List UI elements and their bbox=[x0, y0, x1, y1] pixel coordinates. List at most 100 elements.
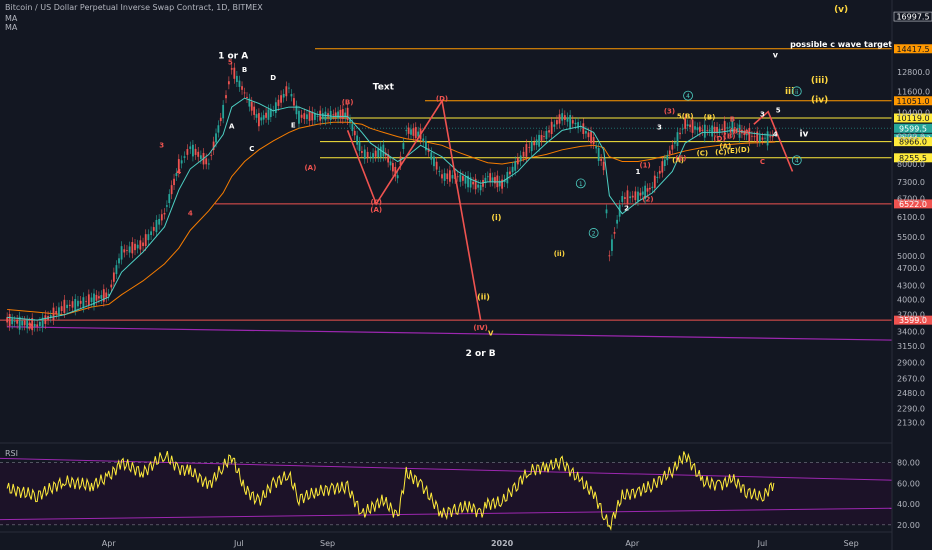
y-tick-label: 2670.0 bbox=[897, 375, 925, 384]
candle-body bbox=[280, 95, 282, 103]
candle-body bbox=[653, 175, 656, 188]
candle-body bbox=[631, 195, 634, 198]
candle-body bbox=[616, 219, 619, 224]
wave-label: B bbox=[730, 115, 735, 123]
candle-body bbox=[535, 139, 538, 146]
candle-body bbox=[456, 176, 459, 178]
wave-label: iv bbox=[799, 130, 808, 140]
x-tick-label: Sep bbox=[844, 539, 859, 548]
candle-body bbox=[597, 148, 600, 161]
candle-body bbox=[446, 173, 449, 180]
candle-body bbox=[491, 177, 494, 182]
candle-body bbox=[183, 156, 186, 158]
candle-body bbox=[288, 87, 290, 89]
y-tick-label: 9200.0 bbox=[897, 133, 925, 142]
candle-body bbox=[44, 315, 47, 324]
y-tick-label: 8000.0 bbox=[897, 160, 925, 169]
y-tick-label: 12800.0 bbox=[897, 68, 930, 77]
candle-body bbox=[126, 249, 128, 251]
candle-body bbox=[459, 174, 462, 182]
candle-body bbox=[545, 130, 548, 140]
candle-body bbox=[540, 135, 543, 141]
candle-body bbox=[379, 146, 382, 158]
wave-circle-text: 4 bbox=[795, 158, 799, 165]
candle-body bbox=[681, 128, 684, 130]
candle-body bbox=[623, 197, 626, 199]
candle-body bbox=[764, 137, 766, 139]
candle-body bbox=[751, 135, 753, 137]
candle-body bbox=[451, 175, 454, 179]
candle-body bbox=[147, 234, 150, 241]
candle-body bbox=[605, 209, 608, 214]
candle-body bbox=[721, 128, 723, 131]
candle-body bbox=[217, 125, 220, 133]
candle-body bbox=[186, 149, 189, 155]
candle-body bbox=[519, 155, 522, 162]
candle-body bbox=[433, 156, 435, 167]
candle-body bbox=[160, 214, 163, 221]
candle-body bbox=[316, 116, 319, 117]
candle-body bbox=[372, 153, 374, 159]
y-tick-label: 5500.0 bbox=[897, 233, 925, 242]
candle-body bbox=[139, 240, 142, 250]
candle-body bbox=[112, 272, 115, 282]
price-badge: 11051.0 bbox=[894, 96, 932, 106]
candle-body bbox=[136, 244, 139, 249]
candle-body bbox=[558, 114, 561, 124]
wave-label: Text bbox=[373, 83, 395, 93]
candle-body bbox=[694, 126, 696, 130]
candle-body bbox=[686, 124, 689, 127]
candle-body bbox=[641, 191, 644, 195]
candle-body bbox=[180, 160, 183, 164]
wave-label: possible c wave target bbox=[790, 40, 892, 49]
price-chart[interactable]: 1 or A 2 or B Text (v) possible c wave targe… bbox=[0, 0, 932, 550]
candle-body bbox=[134, 243, 136, 251]
wave-label: 4 bbox=[176, 168, 181, 176]
candle-body bbox=[100, 295, 103, 299]
candle-body bbox=[52, 307, 55, 321]
wave-label: (E) bbox=[727, 147, 738, 155]
candle-body bbox=[155, 219, 158, 233]
y-tick-label: 2900.0 bbox=[897, 358, 925, 367]
price-badge-label: 11051.0 bbox=[896, 97, 929, 106]
candle-body bbox=[8, 314, 11, 326]
candle-body bbox=[79, 300, 82, 304]
candle-body bbox=[511, 166, 514, 173]
candle-body bbox=[649, 187, 651, 190]
candle-body bbox=[479, 184, 482, 191]
candle-body bbox=[377, 149, 380, 158]
candle-body bbox=[528, 147, 531, 148]
candle-body bbox=[592, 137, 595, 145]
y-tick-label: 3150.0 bbox=[897, 342, 925, 351]
candle-body bbox=[563, 115, 566, 121]
candle-body bbox=[321, 113, 324, 120]
candle-body bbox=[16, 319, 19, 324]
wave-label: (D) bbox=[738, 146, 750, 154]
candle-body bbox=[726, 127, 729, 129]
candle-body bbox=[118, 258, 120, 264]
rsi-y-tick-label: 40.00 bbox=[897, 500, 920, 509]
wave-label: V bbox=[488, 329, 494, 337]
candle-body bbox=[477, 184, 480, 188]
candle-body bbox=[718, 128, 721, 133]
candle-body bbox=[298, 110, 300, 124]
candle-body bbox=[464, 176, 467, 184]
candle-body bbox=[671, 144, 674, 150]
candle-body bbox=[351, 123, 354, 132]
candle-body bbox=[405, 130, 408, 132]
candle-body bbox=[337, 111, 339, 119]
y-tick-label: 7300.0 bbox=[897, 178, 925, 187]
candle-body bbox=[95, 294, 98, 301]
candle-body bbox=[663, 159, 666, 167]
candle-body bbox=[142, 242, 144, 247]
candle-body bbox=[422, 138, 425, 142]
candle-body bbox=[412, 128, 415, 136]
wave-label: E bbox=[291, 121, 296, 129]
circled-wave-label: 4 bbox=[791, 155, 802, 166]
wave-label: (IV) bbox=[473, 324, 487, 332]
candle-body bbox=[530, 141, 533, 152]
candle-body bbox=[766, 131, 769, 146]
candle-body bbox=[152, 227, 155, 231]
candle-body bbox=[679, 132, 681, 135]
candle-body bbox=[250, 101, 253, 111]
